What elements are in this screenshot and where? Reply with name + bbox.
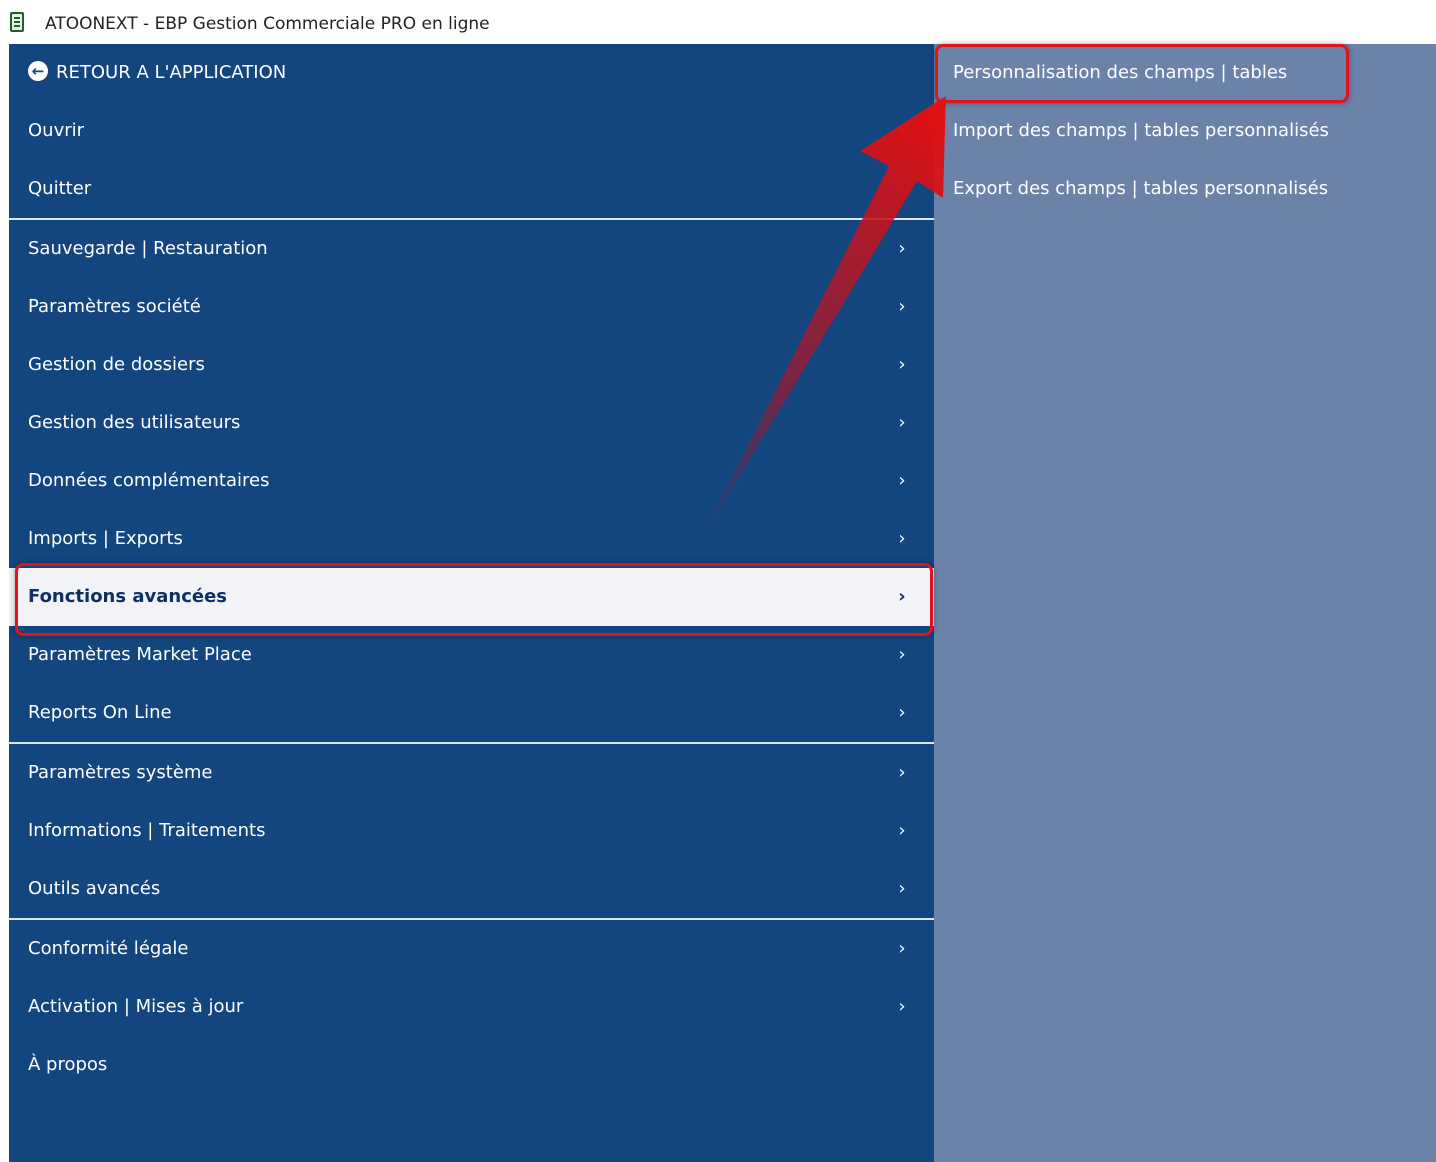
menu-item-informations-traitements[interactable]: Informations | Traitements › bbox=[9, 802, 934, 860]
menu-item-ouvrir[interactable]: Ouvrir › bbox=[9, 102, 934, 160]
menu-item-label: Imports | Exports bbox=[28, 528, 183, 549]
menu-item-label: Quitter bbox=[28, 178, 92, 199]
chevron-right-icon: › bbox=[898, 644, 906, 665]
menu-item-outils-avances[interactable]: Outils avancés › bbox=[9, 860, 934, 918]
chevron-right-icon: › bbox=[898, 470, 906, 491]
window-title: ATOONEXT - EBP Gestion Commerciale PRO e… bbox=[45, 14, 490, 34]
chevron-right-icon: › bbox=[898, 528, 906, 549]
app-document-icon bbox=[10, 12, 24, 32]
chevron-right-icon: › bbox=[898, 878, 906, 899]
submenu-item-import-champs[interactable]: Import des champs | tables personnalisés bbox=[953, 102, 1329, 160]
chevron-right-icon: › bbox=[898, 702, 906, 723]
submenu-item-personnalisation[interactable]: Personnalisation des champs | tables bbox=[953, 44, 1287, 102]
chevron-right-icon: › bbox=[898, 820, 906, 841]
chevron-right-icon: › bbox=[898, 762, 906, 783]
chevron-right-icon: › bbox=[898, 354, 906, 375]
menu-item-label: Paramètres Market Place bbox=[28, 644, 252, 665]
chevron-right-icon: › bbox=[898, 412, 906, 433]
menu-item-label: Fonctions avancées bbox=[28, 586, 227, 607]
menu-item-label: Reports On Line bbox=[28, 702, 172, 723]
menu-item-label: Informations | Traitements bbox=[28, 820, 266, 841]
menu-item-activation[interactable]: Activation | Mises à jour › bbox=[9, 978, 934, 1036]
menu-item-quitter[interactable]: Quitter bbox=[9, 160, 934, 218]
menu-item-label: Gestion des utilisateurs bbox=[28, 412, 241, 433]
menu-item-a-propos[interactable]: À propos bbox=[9, 1036, 934, 1094]
window-titlebar: ATOONEXT - EBP Gestion Commerciale PRO e… bbox=[0, 0, 1436, 44]
menu-item-label: Paramètres société bbox=[28, 296, 201, 317]
chevron-right-icon: › bbox=[898, 296, 906, 317]
menu-item-parametres-systeme[interactable]: Paramètres système › bbox=[9, 744, 934, 802]
menu-item-market-place[interactable]: Paramètres Market Place › bbox=[9, 626, 934, 684]
menu-item-label: Gestion de dossiers bbox=[28, 354, 205, 375]
back-label: RETOUR A L'APPLICATION bbox=[56, 62, 287, 83]
back-to-app-button[interactable]: ← RETOUR A L'APPLICATION bbox=[9, 44, 934, 102]
chevron-right-icon: › bbox=[898, 120, 906, 141]
menu-item-gestion-utilisateurs[interactable]: Gestion des utilisateurs › bbox=[9, 394, 934, 452]
menu-item-label: Ouvrir bbox=[28, 120, 85, 141]
submenu-item-export-champs[interactable]: Export des champs | tables personnalisés bbox=[953, 160, 1328, 218]
chevron-right-icon: › bbox=[898, 938, 906, 959]
menu-item-label: Paramètres système bbox=[28, 762, 213, 783]
menu-item-donnees-complementaires[interactable]: Données complémentaires › bbox=[9, 452, 934, 510]
menu-item-label: Données complémentaires bbox=[28, 470, 270, 491]
submenu-panel: Personnalisation des champs | tables Imp… bbox=[934, 44, 1436, 1162]
menu-item-sauvegarde[interactable]: Sauvegarde | Restauration › bbox=[9, 220, 934, 278]
menu-item-fonctions-avancees[interactable]: Fonctions avancées › bbox=[9, 568, 934, 626]
chevron-right-icon: › bbox=[898, 996, 906, 1017]
menu-item-label: À propos bbox=[28, 1054, 108, 1075]
menu-item-label: Conformité légale bbox=[28, 938, 189, 959]
menu-item-label: Outils avancés bbox=[28, 878, 161, 899]
menu-item-reports-on-line[interactable]: Reports On Line › bbox=[9, 684, 934, 742]
chevron-right-icon: › bbox=[898, 238, 906, 259]
menu-item-label: Sauvegarde | Restauration bbox=[28, 238, 268, 259]
menu-item-label: Activation | Mises à jour bbox=[28, 996, 244, 1017]
menu-item-gestion-dossiers[interactable]: Gestion de dossiers › bbox=[9, 336, 934, 394]
main-menu: ← RETOUR A L'APPLICATION Ouvrir › Quitter… bbox=[9, 44, 934, 1162]
menu-item-parametres-societe[interactable]: Paramètres société › bbox=[9, 278, 934, 336]
menu-item-conformite-legale[interactable]: Conformité légale › bbox=[9, 920, 934, 978]
menu-item-imports-exports[interactable]: Imports | Exports › bbox=[9, 510, 934, 568]
chevron-right-icon: › bbox=[898, 586, 906, 607]
arrow-left-circle-icon: ← bbox=[28, 61, 48, 81]
